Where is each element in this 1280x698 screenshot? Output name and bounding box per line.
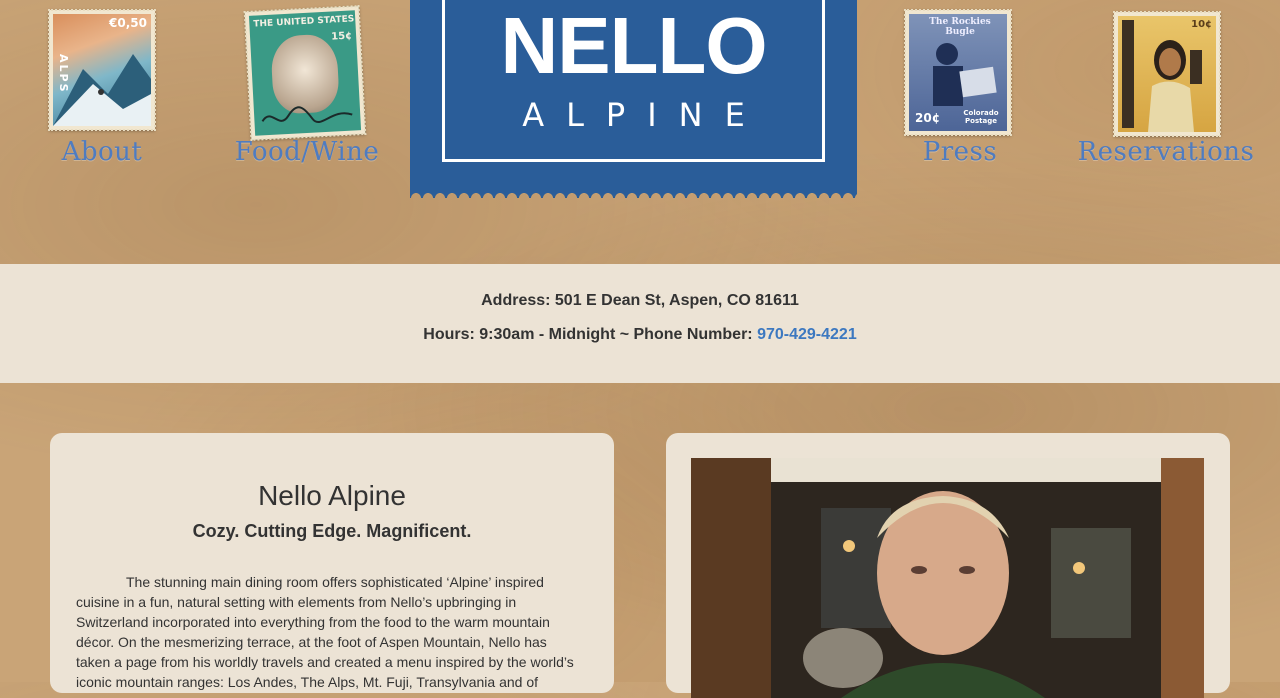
restaurant-portrait-image <box>691 458 1204 698</box>
signature-icon <box>261 106 353 123</box>
site-header: €0,50 ALPS About THE UNITED STATES 15¢ F… <box>0 0 1280 264</box>
hours-line: Hours: 9:30am - Midnight ~ Phone Number:… <box>0 326 1280 344</box>
stamp-value: 10¢ <box>1191 19 1212 30</box>
phone-woman-stamp-icon: 10¢ <box>1113 11 1221 137</box>
stamp-top: THE UNITED STATES <box>253 14 355 30</box>
nav-reservations-label: Reservations <box>1077 137 1255 167</box>
stamp-sub: Colorado Postage <box>963 109 999 125</box>
card-body: The stunning main dining room offers sop… <box>76 574 574 690</box>
hours-text: Hours: 9:30am - Midnight ~ Phone Number: <box>423 326 758 343</box>
nav-about-label: About <box>61 137 143 167</box>
stamp-value: €0,50 <box>109 16 147 30</box>
woman-phone-icon <box>1122 20 1202 132</box>
phone-link[interactable]: 970-429-4221 <box>757 326 857 343</box>
logo[interactable]: NELLO ALPINE <box>410 0 857 198</box>
logo-title: NELLO <box>500 1 767 90</box>
nav-reservations[interactable]: 10¢ Reservations <box>1068 0 1264 175</box>
photo-card <box>666 433 1230 698</box>
stamp-value: 15¢ <box>330 30 353 43</box>
chef-photo <box>691 458 1204 698</box>
info-band: Address: 501 E Dean St, Aspen, CO 81611 … <box>0 264 1280 383</box>
nav-about[interactable]: €0,50 ALPS About <box>40 0 164 175</box>
address-text: Address: 501 E Dean St, Aspen, CO 81611 <box>481 292 799 309</box>
card-title: Nello Alpine <box>258 480 406 511</box>
logo-subtitle: ALPINE <box>522 96 767 134</box>
alps-stamp-icon: €0,50 ALPS <box>48 9 156 131</box>
stamp-word: ALPS <box>57 54 70 94</box>
stamp-top: The Rockies Bugle <box>929 17 991 37</box>
nav-food-wine-label: Food/Wine <box>234 137 380 167</box>
nav-press-label: Press <box>922 137 998 167</box>
stamp-value: 20¢ <box>915 111 941 125</box>
portrait-stamp-icon: THE UNITED STATES 15¢ <box>243 5 367 141</box>
nav-press[interactable]: The Rockies Bugle 20¢ Colorado Postage P… <box>900 0 1020 175</box>
nav-food-wine[interactable]: THE UNITED STATES 15¢ Food/Wine <box>228 0 386 175</box>
card-tagline: Cozy. Cutting Edge. Magnificent. <box>192 521 472 541</box>
newspaper-stamp-icon: The Rockies Bugle 20¢ Colorado Postage <box>904 9 1012 136</box>
logo-frame: NELLO ALPINE <box>442 0 825 162</box>
about-card: Nello Alpine Cozy. Cutting Edge. Magnifi… <box>50 433 614 693</box>
